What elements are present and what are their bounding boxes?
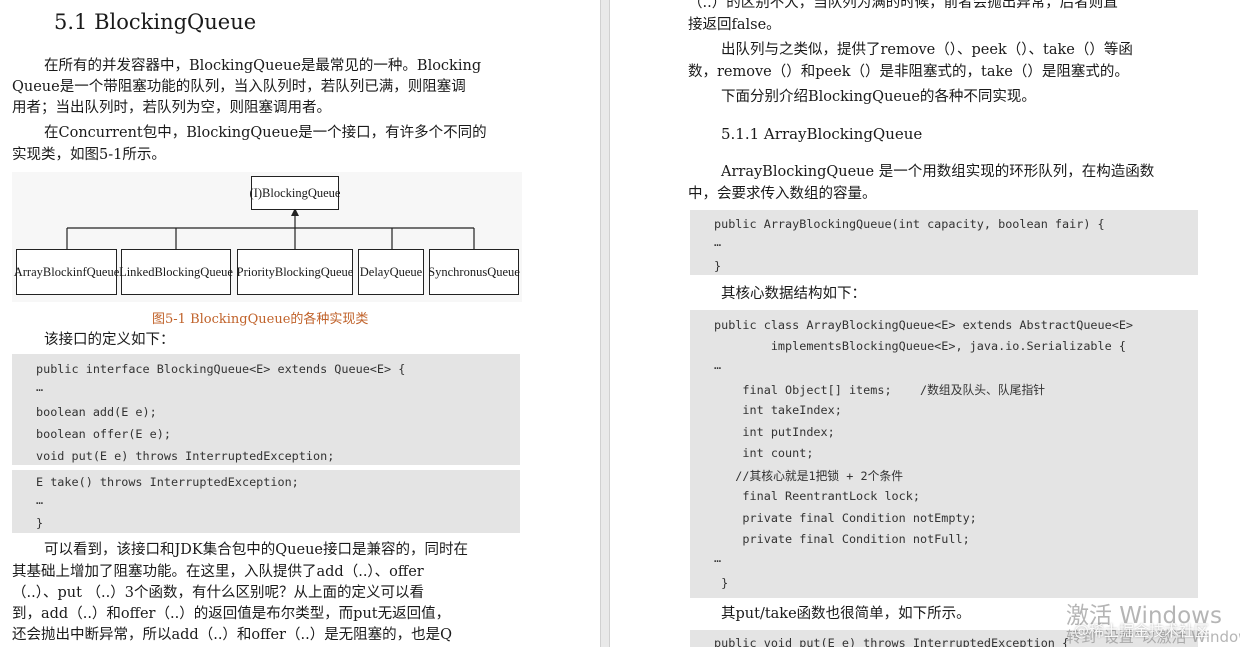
subsection-title: 5.1.1 ArrayBlockingQueue <box>721 125 923 143</box>
code-line: final Object[] items; /数组及队头、队尾指针 <box>714 383 1046 397</box>
diagram-child-node: SynchronusQueue <box>428 249 520 295</box>
paragraph-line: 用者；当出队列时，若队列为空，则阻塞调用者。 <box>12 100 331 116</box>
code-line: … <box>36 380 44 394</box>
code-line: … <box>714 358 722 372</box>
code-line: int count; <box>714 446 814 460</box>
paragraph-line: 到，add（..）和offer（..）的返回值是布尔类型，而put无返回值， <box>12 606 451 622</box>
paragraph-line: （..）的区别不大，当队列为满的时候，前者会抛出异常，后者则直 <box>688 0 1118 11</box>
code-line: } <box>714 259 722 273</box>
code-line: public interface BlockingQueue<E> extend… <box>36 362 406 376</box>
section-title: 5.1 BlockingQueue <box>54 10 257 34</box>
paragraph-line: 出队列与之类似，提供了remove（）、peek（）、take（）等函 <box>721 42 1133 58</box>
figure-caption: 图5-1 BlockingQueue的各种实现类 <box>152 312 369 327</box>
right-page: （..）的区别不大，当队列为满的时候，前者会抛出异常，后者则直 接返回false… <box>610 0 1240 647</box>
community-watermark: @稀土掘金技术社区 <box>1074 622 1210 640</box>
paragraph-line: 数，remove（）和peek（）是非阻塞式的，take（）是阻塞式的。 <box>688 64 1129 80</box>
paragraph-line: 其put/take函数也很简单，如下所示。 <box>721 606 971 622</box>
class-hierarchy-diagram: (I)BlockingQueue ArrayBlockinfQueue Link… <box>12 172 522 302</box>
paragraph-line: 在Concurrent包中，BlockingQueue是一个接口，有许多个不同的 <box>44 125 487 141</box>
code-line: } <box>714 576 729 590</box>
code-line: public ArrayBlockingQueue(int capacity, … <box>714 217 1105 231</box>
paragraph-line: 接返回false。 <box>688 17 781 33</box>
paragraph-line: 在所有的并发容器中，BlockingQueue是最常见的一种。Blocking <box>44 58 482 74</box>
code-block: public class ArrayBlockingQueue<E> exten… <box>690 310 1198 598</box>
diagram-root-node: (I)BlockingQueue <box>250 176 340 210</box>
code-line: … <box>714 235 722 249</box>
paragraph-line: 可以看到，该接口和JDK集合包中的Queue接口是兼容的，同时在 <box>44 542 468 558</box>
code-line: } <box>36 516 44 530</box>
paragraph-line: 还会抛出中断异常，所以add（..）和offer（..）是无阻塞的，也是Q <box>12 627 453 643</box>
paragraph-line: 实现类，如图5-1所示。 <box>12 147 166 163</box>
paragraph-line: 下面分别介绍BlockingQueue的各种不同实现。 <box>721 89 1036 105</box>
code-block: E take() throws InterruptedException; … … <box>12 470 520 533</box>
page-gutter <box>600 0 610 647</box>
paragraph-line: 其基础上增加了阻塞功能。在这里，入队提供了add（..）、offer <box>12 564 424 580</box>
code-block: public interface BlockingQueue<E> extend… <box>12 354 520 465</box>
paragraph-line: 该接口的定义如下： <box>44 332 175 348</box>
code-line: final ReentrantLock lock; <box>714 489 920 503</box>
code-line: private final Condition notFull; <box>714 532 970 546</box>
diagram-child-node: ArrayBlockinfQueue <box>14 249 119 295</box>
paragraph-line: 其核心数据结构如下： <box>721 286 866 302</box>
paragraph-line: ArrayBlockingQueue 是一个用数组实现的环形队列，在构造函数 <box>721 164 1155 180</box>
code-line: … <box>36 493 44 507</box>
code-line: public class ArrayBlockingQueue<E> exten… <box>714 318 1134 332</box>
code-line: int putIndex; <box>714 425 835 439</box>
code-line: //其核心就是1把锁 + 2个条件 <box>714 469 903 483</box>
code-line: … <box>714 551 722 565</box>
code-line: void put(E e) throws InterruptedExceptio… <box>36 449 335 463</box>
paragraph-line: Queue是一个带阻塞功能的队列，当入队列时，若队列已满，则阻塞调 <box>12 79 466 95</box>
code-line: E take() throws InterruptedException; <box>36 475 299 489</box>
code-line: private final Condition notEmpty; <box>714 511 977 525</box>
code-line: public void put(E e) throws InterruptedE… <box>714 636 1070 647</box>
code-line: boolean offer(E e); <box>36 427 171 441</box>
paragraph-line: 中，会要求传入数组的容量。 <box>688 186 877 202</box>
left-page: 5.1 BlockingQueue 在所有的并发容器中，BlockingQueu… <box>0 0 600 647</box>
code-line: int takeIndex; <box>714 403 842 417</box>
code-line: boolean add(E e); <box>36 405 157 419</box>
code-line: implementsBlockingQueue<E>, java.io.Seri… <box>714 339 1126 353</box>
diagram-child-node: DelayQueue <box>358 249 424 295</box>
code-block: public ArrayBlockingQueue(int capacity, … <box>690 210 1198 275</box>
diagram-child-node: PriorityBlockingQueue <box>237 249 353 295</box>
diagram-child-node: LinkedBlockingQueue <box>119 249 233 295</box>
paragraph-line: （..）、put （..）3个函数，有什么区别呢？从上面的定义可以看 <box>12 585 424 601</box>
